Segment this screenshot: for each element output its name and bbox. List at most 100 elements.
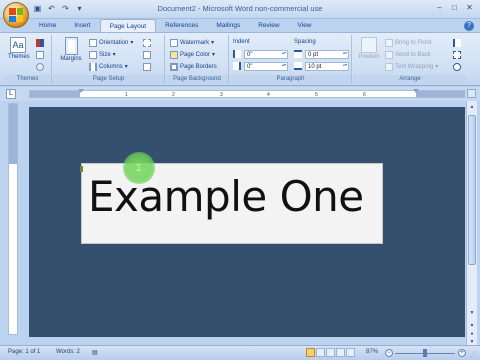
ribbon: Aa Themes Themes Margins Orientation ▾ Si… xyxy=(0,32,480,86)
group-label-arrange: Arrange xyxy=(353,75,467,84)
word-count[interactable]: Words: 2 xyxy=(56,349,80,355)
page-color-label: Page Color xyxy=(180,52,211,58)
rotate-icon[interactable] xyxy=(453,62,461,72)
scroll-thumb[interactable] xyxy=(468,115,476,265)
view-ruler-button[interactable] xyxy=(467,89,476,98)
theme-colors-icon xyxy=(36,39,44,47)
scroll-up-icon[interactable]: ▲ xyxy=(468,103,476,112)
hyphenation-button[interactable] xyxy=(143,62,151,72)
resize-grip-icon[interactable]: ⋰ xyxy=(470,351,478,359)
spacing-label: Spacing xyxy=(294,39,316,45)
tab-review[interactable]: Review xyxy=(249,19,288,33)
position-icon xyxy=(361,37,377,53)
orientation-button[interactable]: Orientation ▾ xyxy=(89,38,133,48)
themes-button[interactable]: Aa Themes xyxy=(8,37,30,60)
group-paragraph: Indent 0" 0" Spacing 0 pt 10 pt Paragrap… xyxy=(230,35,352,84)
indent-right-icon xyxy=(233,61,241,71)
position-button[interactable]: Position xyxy=(356,37,382,60)
ruler-row: L 1 2 3 4 5 6 xyxy=(0,87,480,101)
ruler-tick: 6 xyxy=(363,92,366,98)
theme-fonts-button[interactable] xyxy=(36,50,44,60)
zoom-out-button[interactable]: − xyxy=(385,349,393,357)
line-numbers-icon xyxy=(143,51,151,59)
themes-label: Themes xyxy=(8,54,30,60)
window-controls: – □ ✕ xyxy=(433,2,476,14)
page-borders-icon xyxy=(170,63,178,71)
size-label: Size xyxy=(99,52,111,58)
web-layout-view-button[interactable] xyxy=(326,348,335,357)
hyphenation-icon xyxy=(143,63,151,71)
spacing-before-field[interactable]: 0 pt xyxy=(305,50,349,59)
indent-left-icon xyxy=(233,49,241,59)
maximize-button[interactable]: □ xyxy=(448,2,461,14)
close-button[interactable]: ✕ xyxy=(463,2,476,14)
tab-insert[interactable]: Insert xyxy=(65,19,99,33)
margins-label: Margins xyxy=(60,56,82,62)
right-indent-marker[interactable] xyxy=(413,89,419,93)
page-color-button[interactable]: Page Color ▾ xyxy=(170,50,215,60)
breaks-button[interactable] xyxy=(143,38,151,48)
theme-colors-button[interactable] xyxy=(36,38,44,48)
outline-view-button[interactable] xyxy=(336,348,345,357)
draft-view-button[interactable] xyxy=(346,348,355,357)
group-arrange: Position Bring to Front Send to Back Tex… xyxy=(353,35,467,84)
scroll-down-icon[interactable]: ▼ xyxy=(468,309,476,318)
group-page-background: Watermark ▾ Page Color ▾ Page Borders Page… xyxy=(166,35,229,84)
group-label-paragraph: Paragraph xyxy=(230,75,351,84)
line-numbers-button[interactable] xyxy=(143,50,151,60)
columns-button[interactable]: Columns ▾ xyxy=(89,62,128,72)
ruler-tick: 4 xyxy=(267,92,270,98)
horizontal-ruler[interactable]: 1 2 3 4 5 6 xyxy=(29,89,465,98)
zoom-slider-thumb[interactable] xyxy=(423,349,427,357)
watermark-button[interactable]: Watermark ▾ xyxy=(170,38,214,48)
send-to-back-button[interactable]: Send to Back xyxy=(385,50,431,60)
print-layout-view-button[interactable] xyxy=(306,348,315,357)
tab-selector-button[interactable]: L xyxy=(6,89,16,99)
tab-home[interactable]: Home xyxy=(30,19,65,33)
send-to-back-icon xyxy=(385,51,393,59)
zoom-in-button[interactable]: + xyxy=(458,349,466,357)
text-wrapping-icon xyxy=(385,63,393,71)
proofing-icon[interactable]: ▤ xyxy=(92,349,98,356)
ruler-tick: 1 xyxy=(125,92,128,98)
align-icon[interactable] xyxy=(453,38,461,48)
tab-mailings[interactable]: Mailings xyxy=(207,19,249,33)
first-line-indent-marker[interactable] xyxy=(78,89,84,93)
group-page-setup: Margins Orientation ▾ Size ▾ Columns ▾ Page… xyxy=(53,35,165,84)
text-wrapping-button[interactable]: Text Wrapping ▾ xyxy=(385,62,438,72)
ruler-tick: 3 xyxy=(220,92,223,98)
page-borders-button[interactable]: Page Borders xyxy=(170,62,217,72)
send-to-back-label: Send to Back xyxy=(395,52,431,58)
group-objects-icon[interactable] xyxy=(453,50,461,60)
tab-view[interactable]: View xyxy=(289,19,321,33)
margins-button[interactable]: Margins xyxy=(59,37,83,62)
previous-page-icon[interactable]: ▲ xyxy=(468,321,476,330)
spacing-after-icon xyxy=(294,61,302,71)
columns-label: Columns xyxy=(99,64,123,70)
tab-references[interactable]: References xyxy=(156,19,207,33)
tab-page-layout[interactable]: Page Layout xyxy=(99,19,157,33)
vertical-scrollbar[interactable]: ▲ ▼ ▲ ● ▼ xyxy=(466,101,477,347)
theme-effects-icon xyxy=(36,63,44,71)
columns-icon xyxy=(89,63,97,71)
spacing-after-field[interactable]: 10 pt xyxy=(305,62,349,71)
theme-effects-button[interactable] xyxy=(36,62,44,72)
minimize-button[interactable]: – xyxy=(433,2,446,14)
spacing-before-icon xyxy=(294,49,302,59)
group-label-page-background: Page Background xyxy=(166,75,228,84)
vertical-ruler[interactable] xyxy=(8,103,18,335)
orientation-icon xyxy=(89,39,97,47)
office-button[interactable] xyxy=(3,2,29,28)
help-icon[interactable]: ? xyxy=(464,21,474,31)
page-count[interactable]: Page: 1 of 1 xyxy=(8,349,40,355)
ruler-tick: 5 xyxy=(315,92,318,98)
margins-icon xyxy=(64,37,78,55)
size-button[interactable]: Size ▾ xyxy=(89,50,116,60)
full-screen-reading-view-button[interactable] xyxy=(316,348,325,357)
bring-to-front-button[interactable]: Bring to Front xyxy=(385,38,431,48)
group-themes: Aa Themes Themes xyxy=(4,35,52,84)
indent-right-field[interactable]: 0" xyxy=(244,62,288,71)
zoom-level[interactable]: 87% xyxy=(366,349,378,355)
size-icon xyxy=(89,51,97,59)
indent-left-field[interactable]: 0" xyxy=(244,50,288,59)
